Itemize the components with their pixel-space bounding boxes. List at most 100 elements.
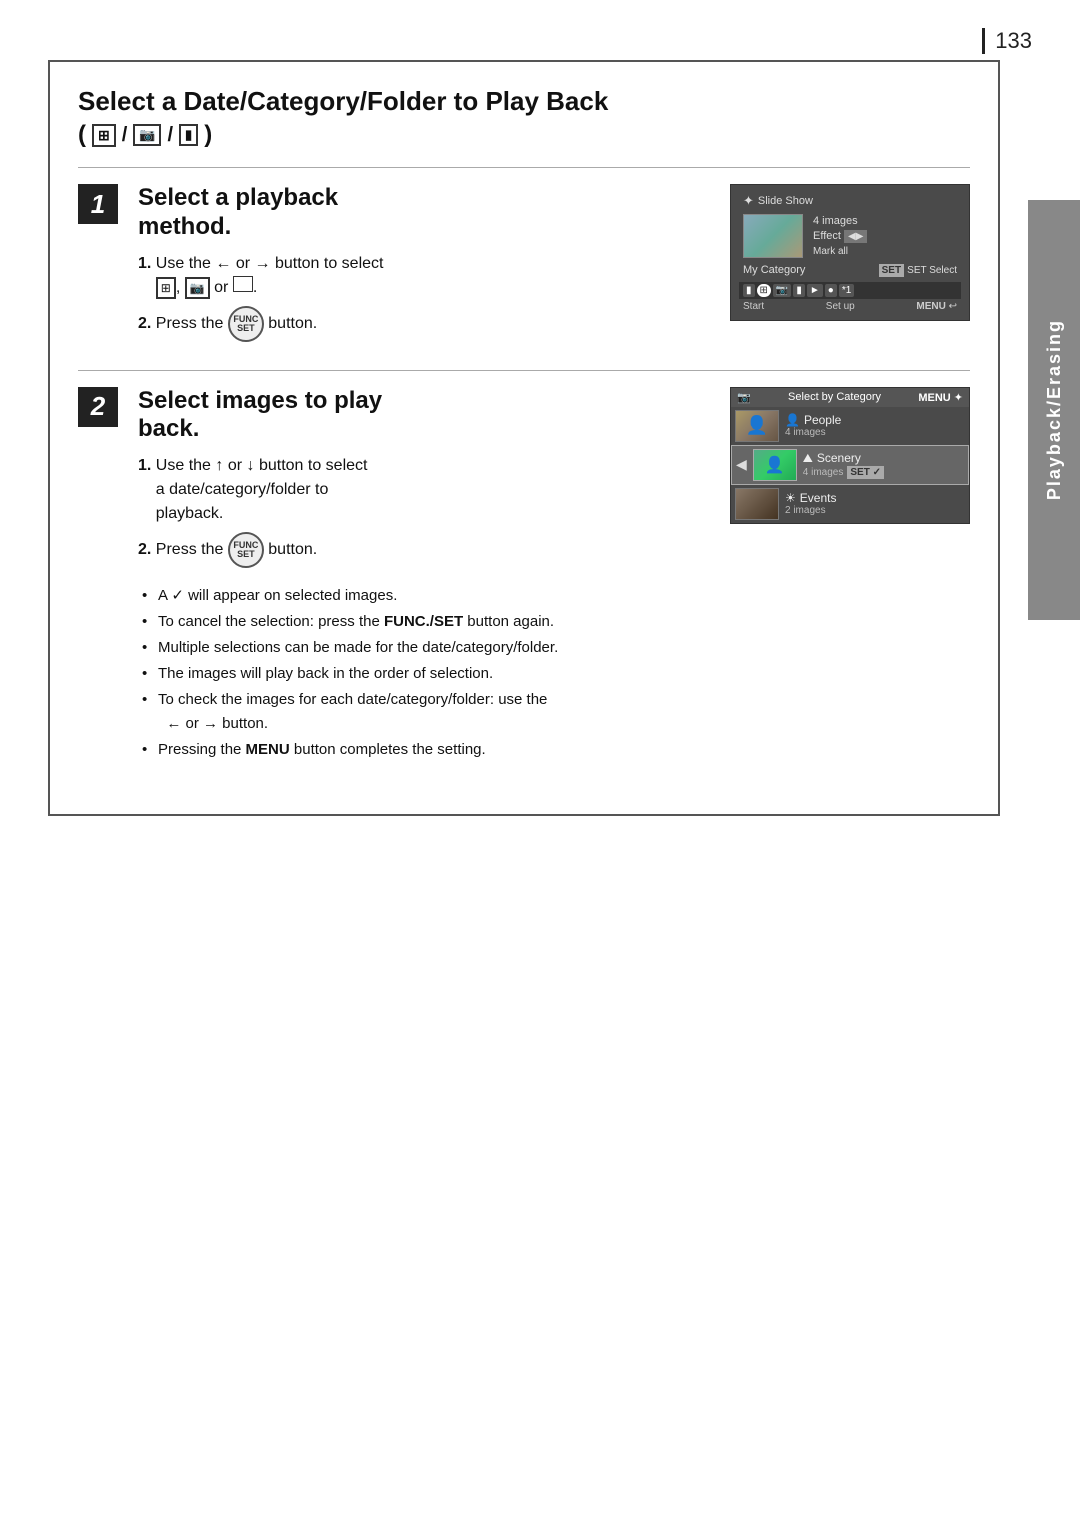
scenery-thumb: 👤 xyxy=(753,449,797,481)
step1-screen-pair: Select a playback method. 1. Use the ← o… xyxy=(138,184,970,348)
icon-btn3: 📷 xyxy=(773,284,791,297)
screen1-thumbnail xyxy=(743,214,803,258)
step1-block: 1 Select a playback method. 1. Use the ←… xyxy=(78,184,970,348)
section-title-text: Select a Date/Category/Folder to Play Ba… xyxy=(78,86,608,116)
step2-or1: or xyxy=(228,457,242,474)
category-mode-icon: 📷 xyxy=(133,124,161,146)
step2-number: 2 xyxy=(78,387,118,427)
people-thumb: 👤 xyxy=(735,410,779,442)
step2-content: Select images to play back. 1. Use the ↑… xyxy=(138,387,970,765)
step1-heading: Select a playback method. xyxy=(138,184,710,242)
people-count: 4 images xyxy=(785,427,841,438)
effect-badge: ◀▶ xyxy=(844,230,867,243)
set-badge: SET xyxy=(879,264,904,277)
icon-btn2-selected: ⊞ xyxy=(757,284,771,297)
folder-icon-inline xyxy=(233,276,253,292)
cat-row-events: ☀ Events 2 images xyxy=(731,485,969,523)
bullet-1: A ✓ will appear on selected images. xyxy=(138,584,970,608)
subtitle-close-paren: ) xyxy=(204,121,212,149)
section-title: Select a Date/Category/Folder to Play Ba… xyxy=(78,86,970,117)
down-arrow-icon: ↓ xyxy=(247,457,255,474)
step2-detail2: playback. xyxy=(156,505,224,522)
events-info: ☀ Events 2 images xyxy=(785,491,836,516)
menu-icon2: MENU ✦ xyxy=(918,391,963,404)
screen1-bottom-bar: ▮ ⊞ 📷 ▮ ► ● *1 xyxy=(739,282,961,299)
step1-content: Select a playback method. 1. Use the ← o… xyxy=(138,184,970,348)
setup-label: Set up xyxy=(826,301,855,312)
scenery-label-row: ⛰ Scenery xyxy=(803,451,964,466)
icon-btn7: *1 xyxy=(839,284,854,297)
left-arrow-scenery: ◀ xyxy=(736,456,747,473)
set-check-badge: SET ✓ xyxy=(847,466,884,479)
events-label: Events xyxy=(800,491,837,505)
scenery-icon: ⛰ xyxy=(803,451,813,466)
scenery-count-row: 4 images SET ✓ xyxy=(803,466,964,479)
step2-heading: Select images to play back. xyxy=(138,387,710,445)
select-text: SET Select xyxy=(907,265,957,276)
scenery-arrow: ◀ xyxy=(736,456,747,473)
icon-btn5: ► xyxy=(807,284,823,297)
arrow-right-icon: → xyxy=(255,255,271,272)
folder-mode-icon: ▮ xyxy=(179,124,198,146)
step1-or2: or xyxy=(214,279,228,296)
separator1: / xyxy=(122,124,128,147)
step1-heading-line1: Select a playback xyxy=(138,184,338,211)
bullet-3: Multiple selections can be made for the … xyxy=(138,636,970,660)
step1-or1: or xyxy=(236,255,250,272)
main-content-box: Select a Date/Category/Folder to Play Ba… xyxy=(48,60,1000,816)
grid-icon-inline: ⊞ xyxy=(156,277,176,299)
divider2 xyxy=(78,370,970,371)
up-arrow-icon: ↑ xyxy=(215,457,223,474)
separator2: / xyxy=(167,124,173,147)
icon-btn4: ▮ xyxy=(793,284,805,297)
events-thumb xyxy=(735,488,779,520)
slideshow-line: ✦ Slide Show xyxy=(739,191,961,211)
start-label: Start xyxy=(743,301,764,312)
people-label-row: 👤 People xyxy=(785,413,841,427)
step2-camera-screen: 📷 Select by Category MENU ✦ 👤 xyxy=(730,387,970,524)
step1-instruction2: 2. Press the FUNCSET button. xyxy=(138,306,710,342)
section-subtitle: ( ⊞ / 📷 / ▮ ) xyxy=(78,121,970,149)
bullet-list: A ✓ will appear on selected images. To c… xyxy=(138,584,970,762)
scenery-info: ⛰ Scenery 4 images SET ✓ xyxy=(803,451,964,479)
people-icon: 👤 xyxy=(785,413,800,427)
bullet-4: The images will play back in the order o… xyxy=(138,662,970,686)
icon-btn6: ● xyxy=(825,284,837,297)
slideshow-label: Slide Show xyxy=(758,195,813,207)
step2-instructions: Select images to play back. 1. Use the ↑… xyxy=(138,387,710,575)
arrow-left-icon: ← xyxy=(215,255,231,272)
divider1 xyxy=(78,167,970,168)
step2-instruction1: 1. Use the ↑ or ↓ button to select a dat… xyxy=(138,454,710,526)
cat-row-scenery: ◀ 👤 ⛰ Scenery 4 images S xyxy=(731,445,969,485)
select-by-category-icon: 📷 xyxy=(737,391,751,404)
scenery-face-icon: 👤 xyxy=(765,455,785,475)
my-category-row: My Category SET SET Select xyxy=(739,262,961,278)
mark-all: Mark all xyxy=(813,245,957,259)
scenery-label: Scenery xyxy=(817,451,861,465)
step2-block: 2 Select images to play back. 1. Use the… xyxy=(78,387,970,765)
images-count: 4 images xyxy=(813,214,957,229)
subtitle-open-paren: ( xyxy=(78,121,86,149)
bullet-5: To check the images for each date/catego… xyxy=(138,688,970,736)
side-tab-label: Playback/Erasing xyxy=(1044,319,1065,500)
screen1-main-row: 4 images Effect ◀▶ Mark all xyxy=(739,211,961,262)
step1-number: 1 xyxy=(78,184,118,224)
cat-icon-inline: 📷 xyxy=(185,277,210,299)
step1-camera-screen: ✦ Slide Show 4 images Effect ◀▶ Mark all xyxy=(730,184,970,321)
events-label-row: ☀ Events xyxy=(785,491,836,505)
page-number: 133 xyxy=(982,28,1032,54)
events-icon: ☀ xyxy=(785,491,796,505)
menu-label1: MENU ↩ xyxy=(916,301,957,312)
step2-heading-line1: Select images to play xyxy=(138,387,382,414)
bullet-6: Pressing the MENU button completes the s… xyxy=(138,738,970,762)
step2-screen-pair: Select images to play back. 1. Use the ↑… xyxy=(138,387,970,575)
header-label: Select by Category xyxy=(788,391,881,403)
scenery-count: 4 images xyxy=(803,467,844,478)
screen1-footer: Start Set up MENU ↩ xyxy=(739,299,961,314)
func-set-button1: FUNCSET xyxy=(228,306,264,342)
icon-btn1: ▮ xyxy=(743,284,755,297)
cat-screen-header: 📷 Select by Category MENU ✦ xyxy=(731,388,969,407)
people-label: People xyxy=(804,413,841,427)
screen1-info: 4 images Effect ◀▶ Mark all xyxy=(809,214,957,259)
set-select: SET SET Select xyxy=(879,264,957,276)
